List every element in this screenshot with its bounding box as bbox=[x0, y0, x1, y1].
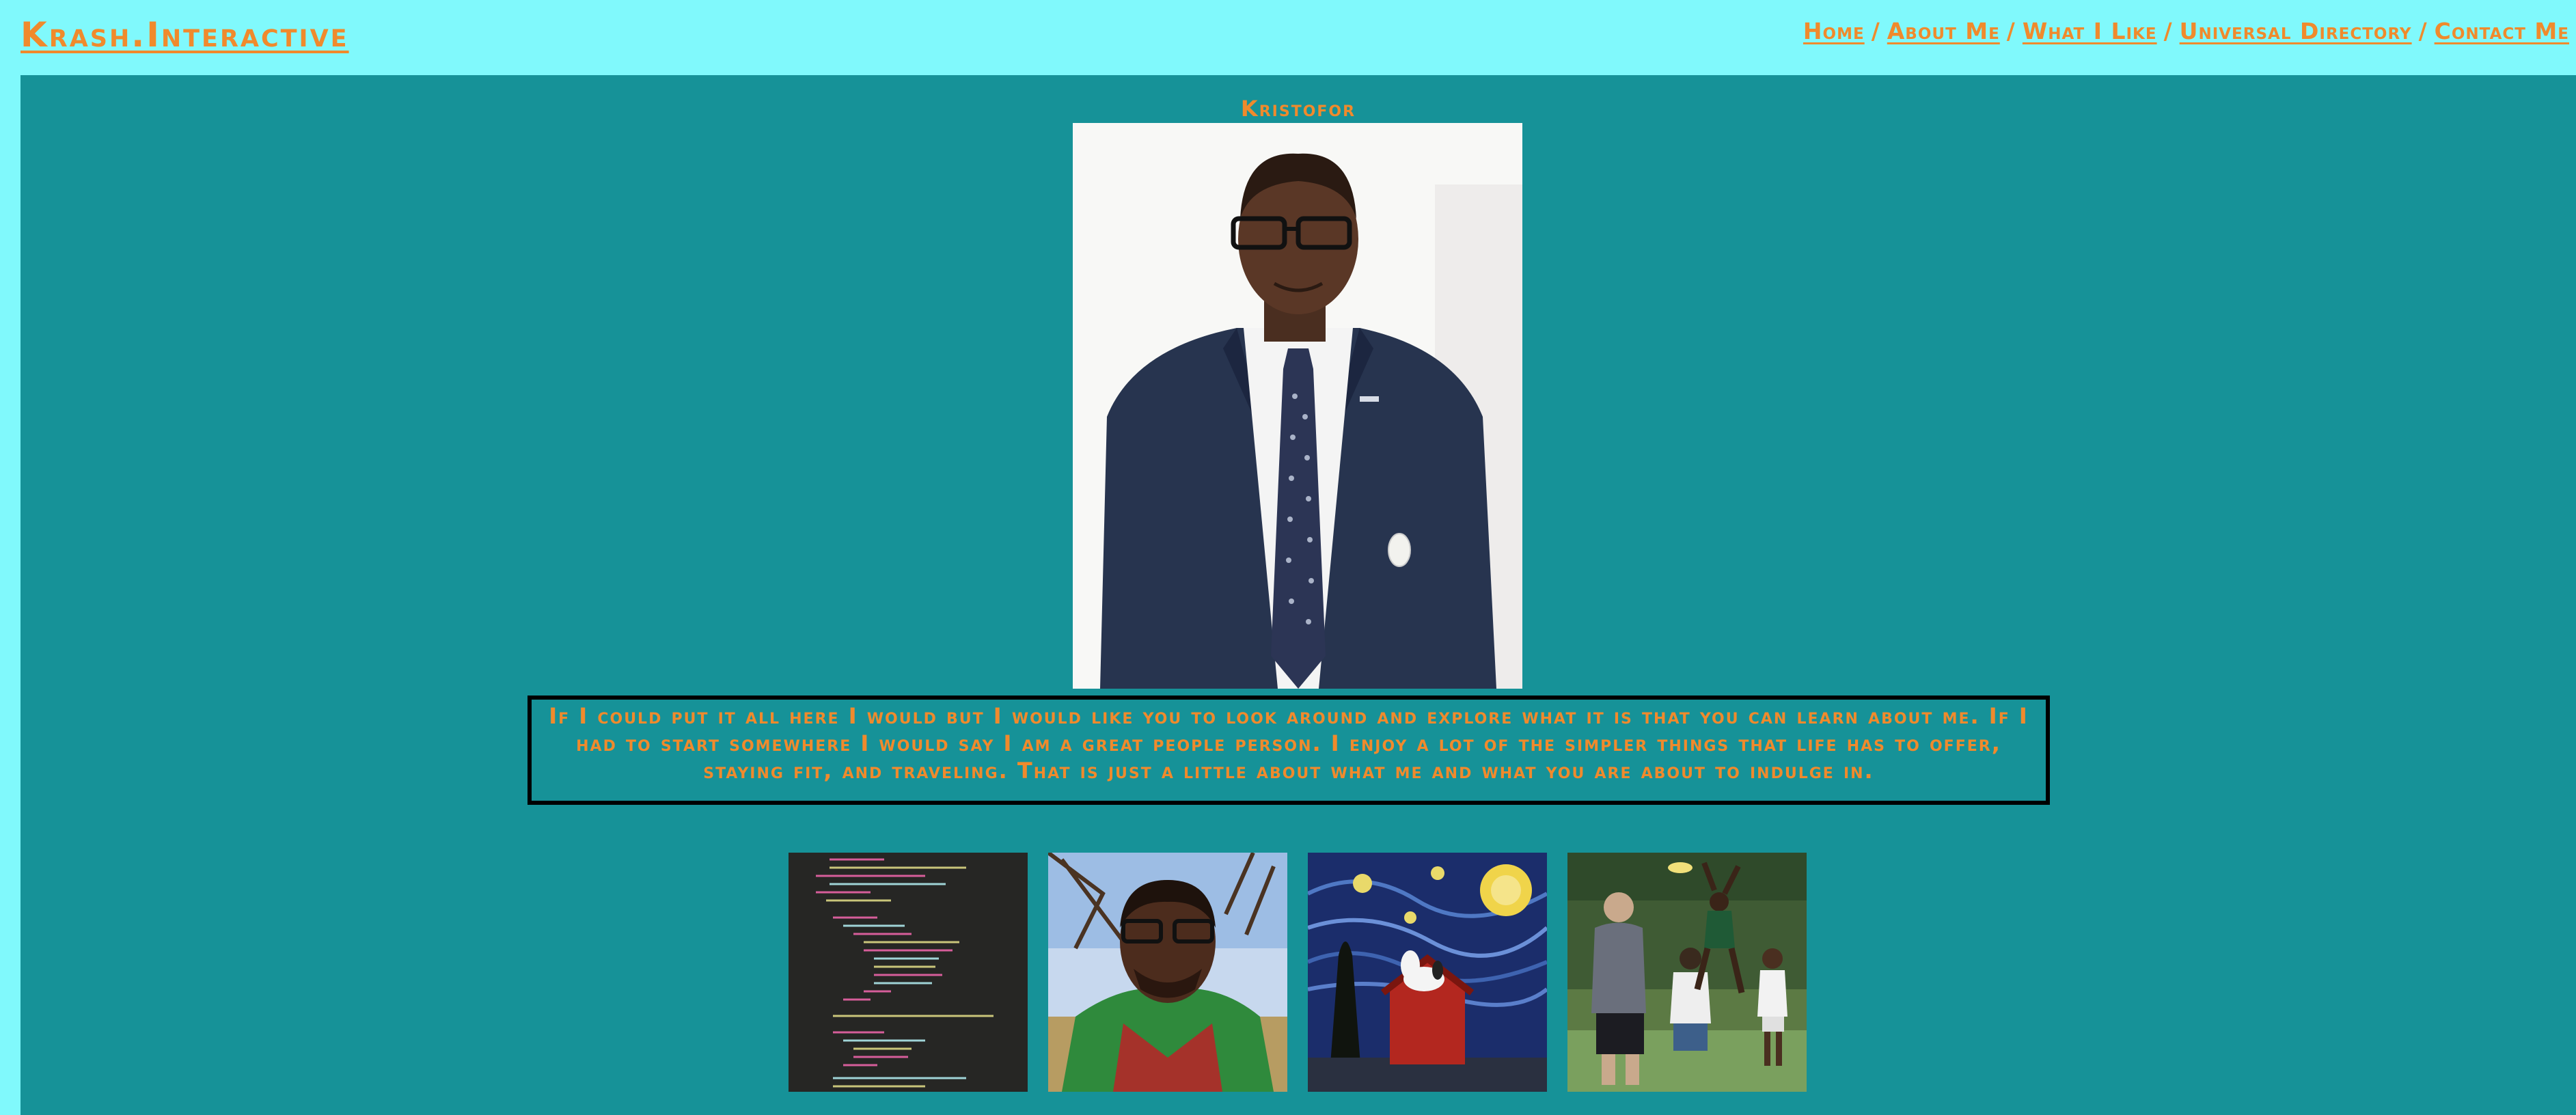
nav-separator: / bbox=[2163, 18, 2173, 44]
frisbee-thumbnail[interactable] bbox=[1567, 853, 1807, 1092]
main-nav: Home / About Me / What I Like / Universal Dire… bbox=[1803, 18, 2569, 44]
nav-separator: / bbox=[1871, 18, 1880, 44]
main-content: Kristofor If I could put it all here I w… bbox=[20, 75, 2576, 1115]
nav-separator: / bbox=[2006, 18, 2016, 44]
profile-name: Kristofor bbox=[1240, 96, 1356, 122]
nav-universal-directory-link[interactable]: Universal Directory bbox=[2180, 18, 2412, 44]
selfie-thumbnail[interactable] bbox=[1048, 853, 1287, 1092]
portrait-photo bbox=[1073, 123, 1522, 689]
portrait-illustration bbox=[1073, 123, 1522, 689]
bio-text-box: If I could put it all here I would but I… bbox=[527, 696, 2050, 805]
nav-what-i-like-link[interactable]: What I Like bbox=[2023, 18, 2157, 44]
site-brand-link[interactable]: Krash.Interactive bbox=[20, 15, 349, 55]
nav-contact-me-link[interactable]: Contact Me bbox=[2435, 18, 2569, 44]
code-screenshot-icon bbox=[789, 853, 1028, 1092]
code-screenshot-thumbnail[interactable] bbox=[789, 853, 1028, 1092]
site-header: Krash.Interactive Home / About Me / What I L… bbox=[0, 0, 2576, 75]
starry-night-snoopy-icon bbox=[1308, 853, 1547, 1092]
starry-night-thumbnail[interactable] bbox=[1308, 853, 1547, 1092]
nav-separator: / bbox=[2418, 18, 2428, 44]
nav-about-me-link[interactable]: About Me bbox=[1887, 18, 2000, 44]
selfie-photo-icon bbox=[1048, 853, 1287, 1092]
frisbee-game-icon bbox=[1567, 853, 1807, 1092]
nav-home-link[interactable]: Home bbox=[1803, 18, 1865, 44]
